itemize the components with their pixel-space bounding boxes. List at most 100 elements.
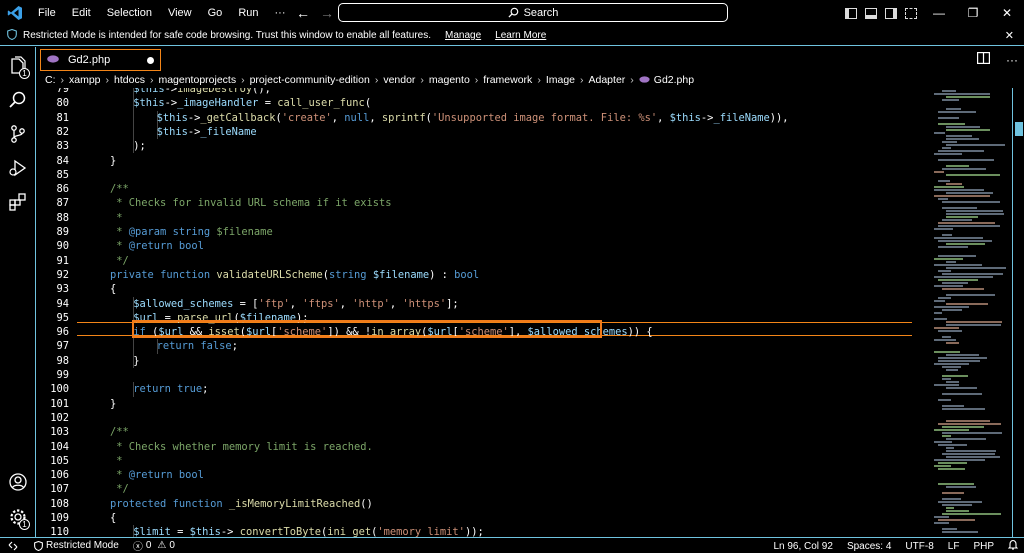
menu-item-run[interactable]: Run [230, 0, 266, 26]
breadcrumb-item[interactable]: Image [546, 74, 575, 86]
breadcrumb-item[interactable]: magento [429, 74, 470, 86]
more-actions-icon[interactable]: ··· [1006, 53, 1018, 67]
code-line[interactable]: 102 [37, 411, 912, 425]
command-center-search[interactable]: Search [338, 3, 728, 22]
code-line[interactable]: 92 private function validateURLScheme(str… [37, 268, 912, 282]
toggle-primary-sidebar-icon[interactable] [845, 7, 857, 19]
restore-icon[interactable]: ❐ [956, 6, 990, 20]
code-line[interactable]: 101} [37, 397, 912, 411]
source-control-icon[interactable] [0, 117, 36, 151]
minimap-line [942, 405, 964, 407]
code-line[interactable]: 79 $this->imageDestroy(); [37, 88, 912, 97]
code-line[interactable]: 84} [37, 154, 912, 168]
tab-gd2-php[interactable]: Gd2.php [40, 49, 161, 71]
menu-item-more[interactable]: ··· [267, 0, 294, 26]
manage-gear-icon[interactable]: 1 [0, 500, 36, 534]
language-mode[interactable]: PHP [973, 541, 994, 552]
cursor-position[interactable]: Ln 96, Col 92 [773, 541, 833, 552]
code-line[interactable]: 90 * @return bool [37, 239, 912, 253]
code-line[interactable]: 100 return true; [37, 382, 912, 397]
scrollbar-thumb[interactable] [1015, 122, 1023, 136]
menu-item-selection[interactable]: Selection [99, 0, 160, 26]
encoding-status[interactable]: UTF-8 [905, 541, 933, 552]
search-view-icon[interactable] [0, 83, 36, 117]
minimap-line [934, 228, 953, 230]
problems-status[interactable]: ⓧ 0 ⚠ 0 [133, 538, 175, 553]
extensions-icon[interactable] [0, 185, 36, 219]
breadcrumb-item[interactable]: framework [483, 74, 532, 86]
minimap-line [934, 153, 962, 155]
code-text: */ [110, 254, 129, 267]
minimap-line [946, 213, 1005, 215]
customize-layout-icon[interactable] [905, 7, 917, 19]
breadcrumb-separator: › [149, 74, 154, 86]
eol-status[interactable]: LF [948, 541, 960, 552]
minimap-line [946, 126, 980, 128]
breadcrumb-item[interactable]: xampp [69, 74, 101, 86]
code-line[interactable]: 93 { [37, 282, 912, 296]
code-line[interactable]: 110 $limit = $this->_convertToByte(ini_ge… [37, 525, 912, 537]
close-banner-icon[interactable]: ✕ [1005, 29, 1014, 42]
code-line[interactable]: 94 $allowed_schemes = ['ftp', 'ftps', 'ht… [37, 296, 912, 311]
code-line[interactable]: 109 { [37, 511, 912, 525]
menu-item-go[interactable]: Go [200, 0, 231, 26]
breadcrumb-item[interactable]: Gd2.php [654, 74, 694, 86]
code-line[interactable]: 108 protected function _isMemoryLimitReac… [37, 497, 912, 511]
breadcrumb-item[interactable]: vendor [383, 74, 415, 86]
code-line[interactable]: 104 * Checks whether memory limit is rea… [37, 440, 912, 454]
minimize-icon[interactable]: — [922, 6, 956, 20]
split-editor-icon[interactable] [977, 52, 991, 67]
code-line[interactable]: 87 * Checks for invalid URL schema if it… [37, 196, 912, 210]
notifications-bell-icon[interactable] [1007, 539, 1019, 553]
code-line[interactable]: 81 $this->_getCallback('create', null, sp… [37, 110, 912, 125]
code-line[interactable]: 86 /** [37, 182, 912, 196]
code-editor[interactable]: 79 $this->imageDestroy(); 80 $this->_imageH… [37, 88, 912, 537]
menu-item-file[interactable]: File [30, 0, 64, 26]
menu-item-edit[interactable]: Edit [64, 0, 99, 26]
learn-more-link[interactable]: Learn More [495, 30, 546, 41]
unsaved-dot-icon[interactable] [147, 57, 154, 64]
restricted-mode-status[interactable]: Restricted Mode [34, 540, 119, 551]
breadcrumb-item[interactable]: C: [45, 74, 56, 86]
minimap-line [934, 300, 945, 302]
code-line[interactable]: 99 [37, 368, 912, 382]
indentation-status[interactable]: Spaces: 4 [847, 541, 891, 552]
code-line[interactable]: 97 return false; [37, 339, 912, 354]
line-number: 106 [50, 469, 69, 482]
breadcrumb-item[interactable]: project-community-edition [250, 74, 370, 86]
toggle-panel-icon[interactable] [865, 7, 877, 19]
code-line[interactable]: 105 * [37, 454, 912, 468]
editor-scrollbar[interactable] [1012, 88, 1024, 537]
minimap-line [942, 492, 964, 494]
line-number: 79 [56, 88, 69, 95]
accounts-icon[interactable] [0, 465, 36, 499]
run-debug-icon[interactable] [0, 151, 36, 185]
explorer-icon[interactable]: 1 [0, 49, 36, 83]
code-line[interactable]: 91 */ [37, 254, 912, 268]
minimap-line [942, 336, 951, 338]
code-line[interactable]: 85 [37, 168, 912, 182]
close-window-icon[interactable]: ✕ [990, 6, 1024, 20]
code-line[interactable]: 89 * @param string $filename [37, 225, 912, 239]
navigation-arrows: ← → [296, 0, 334, 26]
code-line[interactable]: 83); [37, 139, 912, 154]
minimap[interactable] [912, 88, 1012, 537]
back-arrow-icon[interactable]: ← [296, 5, 310, 21]
code-line[interactable]: 107 */ [37, 482, 912, 496]
code-line[interactable]: 80 $this->_imageHandler = call_user_func( [37, 96, 912, 111]
breadcrumb-item[interactable]: Adapter [589, 74, 626, 86]
remote-indicator-icon[interactable] [8, 541, 18, 551]
code-line[interactable]: 98} [37, 353, 912, 368]
line-number: 94 [56, 297, 69, 310]
breadcrumb-item[interactable]: magentoprojects [158, 74, 236, 86]
toggle-secondary-sidebar-icon[interactable] [885, 7, 897, 19]
code-line[interactable]: 103 /** [37, 425, 912, 439]
manage-link[interactable]: Manage [445, 30, 481, 41]
breadcrumb-item[interactable]: htdocs [114, 74, 145, 86]
code-line[interactable]: 88 * [37, 211, 912, 225]
code-line[interactable]: 106 * @return bool [37, 468, 912, 482]
code-line[interactable]: 82 $this->_fileName [37, 124, 912, 140]
menu-item-view[interactable]: View [160, 0, 200, 26]
forward-arrow-icon[interactable]: → [320, 5, 334, 21]
code-text: $this->imageDestroy(); [133, 88, 271, 95]
